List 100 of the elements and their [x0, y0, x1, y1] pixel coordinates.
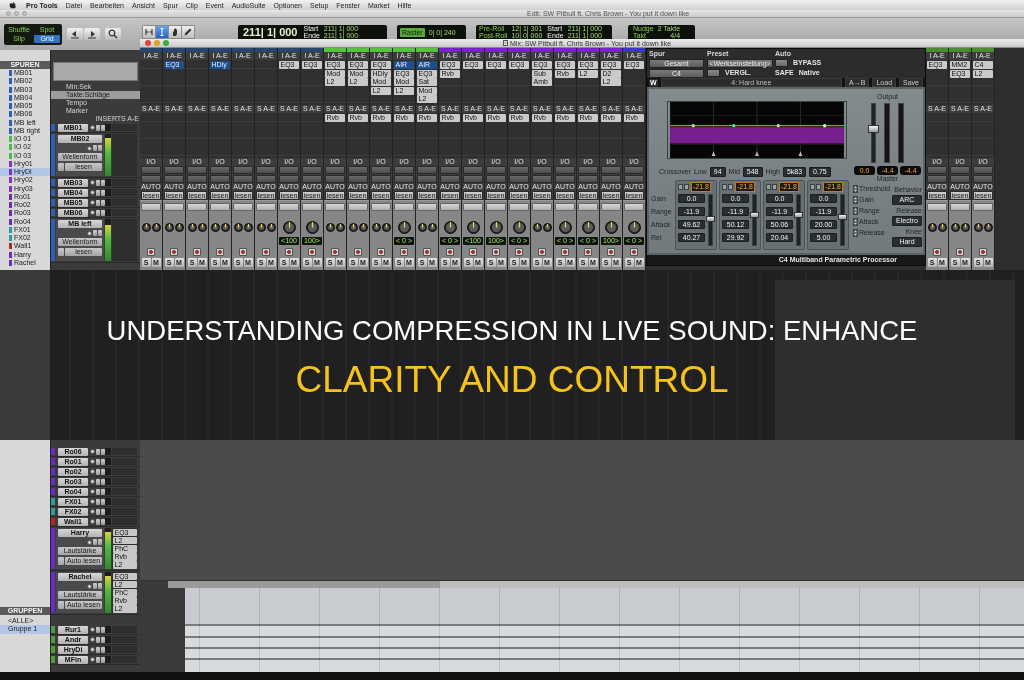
pan-knob[interactable]: [325, 222, 335, 232]
pan-knob[interactable]: [243, 222, 253, 232]
output-selector[interactable]: [256, 175, 276, 183]
pan-knob[interactable]: [627, 220, 641, 234]
group-selector[interactable]: [394, 203, 414, 211]
group-selector[interactable]: [440, 203, 460, 211]
record-button[interactable]: [147, 248, 155, 256]
input-selector[interactable]: [532, 166, 552, 174]
pan-knob[interactable]: [141, 222, 151, 232]
zoom-button[interactable]: [67, 28, 83, 40]
record-button[interactable]: [87, 539, 92, 545]
pan-knob[interactable]: [151, 222, 161, 232]
input-selector[interactable]: [279, 166, 299, 174]
output-selector[interactable]: [302, 175, 322, 183]
output-selector[interactable]: [187, 175, 207, 183]
pan-knob[interactable]: [256, 222, 266, 232]
pan-knob[interactable]: [371, 222, 381, 232]
output-selector[interactable]: [486, 175, 506, 183]
output-selector[interactable]: [417, 175, 437, 183]
record-button[interactable]: [308, 248, 316, 256]
pan-knob[interactable]: [164, 222, 174, 232]
input-selector[interactable]: [555, 166, 575, 174]
record-button[interactable]: [607, 248, 615, 256]
input-selector[interactable]: [233, 166, 253, 174]
group-selector[interactable]: [348, 203, 368, 211]
input-selector[interactable]: [486, 166, 506, 174]
group-selector[interactable]: [279, 203, 299, 211]
bypass-button[interactable]: [728, 184, 733, 190]
pan-knob[interactable]: [973, 222, 983, 232]
group-selector[interactable]: [555, 203, 575, 211]
threshold-slider[interactable]: [752, 194, 757, 246]
threshold-slider[interactable]: [708, 194, 713, 246]
output-selector[interactable]: [601, 175, 621, 183]
input-selector[interactable]: [417, 166, 437, 174]
bypass-button[interactable]: [772, 184, 777, 190]
pan-knob[interactable]: [305, 220, 319, 234]
bypass-button[interactable]: [816, 184, 821, 190]
output-selector[interactable]: [348, 175, 368, 183]
input-selector[interactable]: [302, 166, 322, 174]
pan-knob[interactable]: [466, 220, 480, 234]
input-selector[interactable]: [187, 166, 207, 174]
output-selector[interactable]: [624, 175, 644, 183]
slider-thumb[interactable]: [838, 214, 847, 221]
input-selector[interactable]: [210, 166, 230, 174]
record-button[interactable]: [584, 248, 592, 256]
input-selector[interactable]: [578, 166, 598, 174]
solo-button[interactable]: [678, 184, 683, 190]
tool-button[interactable]: [169, 26, 181, 38]
input-selector[interactable]: [624, 166, 644, 174]
group-selector[interactable]: [624, 203, 644, 211]
output-selector[interactable]: [210, 175, 230, 183]
record-button[interactable]: [933, 248, 941, 256]
pan-knob[interactable]: [581, 220, 595, 234]
group-selector[interactable]: [141, 203, 161, 211]
preset-menu-button[interactable]: [707, 69, 720, 77]
output-selector[interactable]: [371, 175, 391, 183]
pan-knob[interactable]: [558, 220, 572, 234]
record-button[interactable]: [469, 248, 477, 256]
pan-knob[interactable]: [348, 222, 358, 232]
pan-knob[interactable]: [417, 222, 427, 232]
input-selector[interactable]: [325, 166, 345, 174]
record-button[interactable]: [956, 248, 964, 256]
horizontal-scrollbar[interactable]: [140, 580, 1024, 588]
record-button[interactable]: [90, 125, 95, 130]
record-button[interactable]: [262, 248, 270, 256]
output-selector[interactable]: [164, 175, 184, 183]
pan-knob[interactable]: [381, 222, 391, 232]
input-selector[interactable]: [973, 166, 993, 174]
output-selector[interactable]: [578, 175, 598, 183]
bypass-button[interactable]: [684, 184, 689, 190]
group-selector[interactable]: [302, 203, 322, 211]
record-button[interactable]: [561, 248, 569, 256]
pan-knob[interactable]: [266, 222, 276, 232]
mute-button[interactable]: [101, 124, 105, 131]
input-selector[interactable]: [164, 166, 184, 174]
group-selector[interactable]: [463, 203, 483, 211]
pan-knob[interactable]: [489, 220, 503, 234]
stepper-icon[interactable]: [853, 217, 858, 226]
record-button[interactable]: [87, 583, 92, 589]
close-button[interactable]: [145, 40, 151, 46]
record-button[interactable]: [492, 248, 500, 256]
input-selector[interactable]: [256, 166, 276, 174]
slider-thumb[interactable]: [794, 212, 803, 219]
record-button[interactable]: [630, 248, 638, 256]
group-selector[interactable]: [973, 203, 993, 211]
output-selector[interactable]: [950, 175, 970, 183]
pan-knob[interactable]: [542, 222, 552, 232]
pan-knob[interactable]: [174, 222, 184, 232]
record-button[interactable]: [216, 248, 224, 256]
group-selector[interactable]: [256, 203, 276, 211]
input-selector[interactable]: [371, 166, 391, 174]
pan-knob[interactable]: [358, 222, 368, 232]
pan-knob[interactable]: [604, 220, 618, 234]
input-selector[interactable]: [950, 166, 970, 174]
pan-knob[interactable]: [960, 222, 970, 232]
record-button[interactable]: [193, 248, 201, 256]
stepper-icon[interactable]: [853, 184, 858, 193]
solo-button[interactable]: [766, 184, 771, 190]
output-selector[interactable]: [440, 175, 460, 183]
pan-knob[interactable]: [950, 222, 960, 232]
